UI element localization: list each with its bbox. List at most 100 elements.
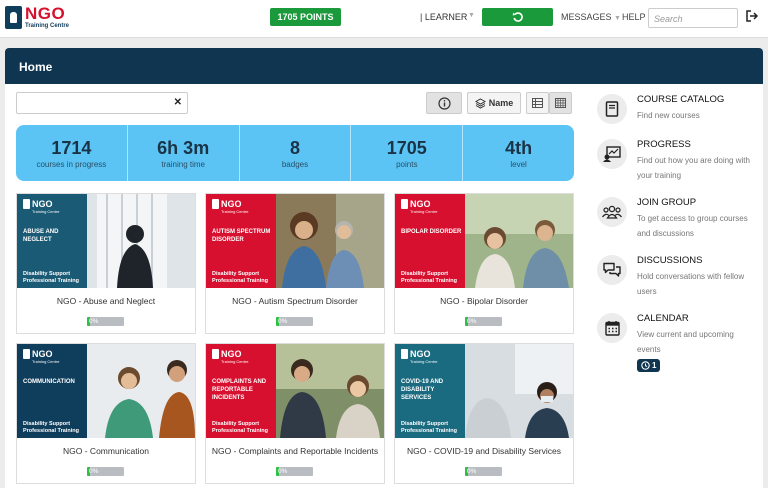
course-thumbnail[interactable]: NGO Training Centre COMPLAINTS AND REPOR… <box>206 344 384 438</box>
banner-logo-subtitle: Training Centre <box>221 359 249 364</box>
course-photo <box>276 194 384 288</box>
stat-badges: 8 badges <box>240 125 352 181</box>
points-button[interactable]: 1705 POINTS <box>270 8 341 26</box>
course-banner: NGO Training Centre AUTISM SPECTRUM DISO… <box>206 194 276 288</box>
course-card[interactable]: NGO Training Centre AUTISM SPECTRUM DISO… <box>205 193 385 334</box>
banner-logo-subtitle: Training Centre <box>32 359 60 364</box>
sort-by-name-button[interactable]: Name <box>467 92 521 114</box>
course-category: BIPOLAR DISORDER <box>401 229 462 235</box>
course-photo <box>276 344 384 438</box>
sidebar-item-title: PROGRESS <box>637 139 691 150</box>
course-footer: Disability Support Professional Training <box>23 271 79 284</box>
course-thumbnail[interactable]: NGO Training Centre COVID-19 AND DISABIL… <box>395 344 573 438</box>
banner-logo-name: NGO <box>32 198 53 209</box>
sidebar-item-course-catalog[interactable]: COURSE CATALOG Find new courses <box>597 94 757 134</box>
progress-text: 0% <box>467 318 477 325</box>
banner-logo-subtitle: Training Centre <box>32 209 60 214</box>
clock-icon <box>641 361 650 370</box>
book-icon <box>597 94 627 124</box>
grid-view-button[interactable] <box>549 92 572 114</box>
sidebar-item-desc: Hold conversations with fellow users <box>637 272 745 296</box>
logo-badge-icon <box>401 349 408 359</box>
stat-label: badges <box>281 159 309 169</box>
course-card[interactable]: NGO Training Centre COVID-19 AND DISABIL… <box>394 343 574 484</box>
info-icon <box>437 96 451 110</box>
course-footer: Disability Support Professional Training <box>401 421 457 434</box>
info-button[interactable] <box>426 92 462 114</box>
logo-badge-icon <box>5 6 22 29</box>
stat-value: 4th <box>505 137 533 158</box>
stat-value: 1714 <box>51 137 92 158</box>
brand-logo[interactable]: NGO Training Centre <box>5 5 70 32</box>
logo-badge-icon <box>23 199 30 209</box>
course-banner: NGO Training Centre COVID-19 AND DISABIL… <box>395 344 465 438</box>
messages-menu[interactable]: MESSAGES ▼ <box>561 12 621 22</box>
sidebar-item-title: DISCUSSIONS <box>637 255 703 266</box>
course-progress: 0% <box>276 467 313 476</box>
logout-icon[interactable] <box>745 9 759 26</box>
logo-badge-icon <box>23 349 30 359</box>
course-title[interactable]: NGO - Abuse and Neglect <box>21 296 191 306</box>
course-category: AUTISM SPECTRUM DISORDER <box>212 229 271 243</box>
logo-badge-icon <box>401 199 408 209</box>
refresh-button[interactable] <box>482 8 553 26</box>
stat-value: 6h 3m <box>157 137 210 158</box>
calendar-icon <box>597 313 627 343</box>
course-banner: NGO Training Centre ABUSE AND NEGLECT Di… <box>17 194 87 288</box>
course-card[interactable]: NGO Training Centre BIPOLAR DISORDER Dis… <box>394 193 574 334</box>
search-input[interactable]: Search <box>648 8 738 28</box>
chevron-down-icon[interactable]: ▼ <box>468 12 475 19</box>
course-title[interactable]: NGO - Bipolar Disorder <box>399 296 569 306</box>
sidebar-item-discussions[interactable]: DISCUSSIONS Hold conversations with fell… <box>597 255 757 305</box>
sort-label: Name <box>488 98 514 108</box>
course-progress: 0% <box>465 317 502 326</box>
course-banner: NGO Training Centre BIPOLAR DISORDER Dis… <box>395 194 465 288</box>
course-title[interactable]: NGO - COVID-19 and Disability Services <box>399 446 569 456</box>
progress-text: 0% <box>278 318 288 325</box>
help-link[interactable]: HELP <box>622 12 646 22</box>
top-bar: NGO Training Centre 1705 POINTS | LEARNE… <box>0 0 768 38</box>
course-card[interactable]: NGO Training Centre ABUSE AND NEGLECT Di… <box>16 193 196 334</box>
course-progress: 0% <box>465 467 502 476</box>
course-title[interactable]: NGO - Communication <box>21 446 191 456</box>
sidebar-item-desc: To get access to group courses and discu… <box>637 214 748 238</box>
stat-courses: 1714 courses in progress <box>16 125 128 181</box>
course-filter-input[interactable]: ✕ <box>16 92 188 114</box>
sidebar-item-desc: View current and upcoming events <box>637 330 734 354</box>
stat-label: training time <box>161 159 205 169</box>
course-thumbnail[interactable]: NGO Training Centre BIPOLAR DISORDER Dis… <box>395 194 573 288</box>
chevron-down-icon: ▼ <box>614 15 621 22</box>
course-title[interactable]: NGO - Complaints and Reportable Incident… <box>210 446 380 456</box>
course-thumbnail[interactable]: NGO Training Centre AUTISM SPECTRUM DISO… <box>206 194 384 288</box>
banner-logo-name: NGO <box>221 348 242 359</box>
course-card[interactable]: NGO Training Centre COMPLAINTS AND REPOR… <box>205 343 385 484</box>
clear-icon[interactable]: ✕ <box>174 97 182 108</box>
course-thumbnail[interactable]: NGO Training Centre ABUSE AND NEGLECT Di… <box>17 194 195 288</box>
course-photo <box>87 194 195 288</box>
sidebar-item-calendar[interactable]: CALENDAR View current and upcoming event… <box>597 313 757 375</box>
progress-text: 0% <box>89 318 99 325</box>
banner-logo-subtitle: Training Centre <box>410 209 438 214</box>
course-thumbnail[interactable]: NGO Training Centre COMMUNICATION Disabi… <box>17 344 195 438</box>
course-title[interactable]: NGO - Autism Spectrum Disorder <box>210 296 380 306</box>
sidebar-item-desc: Find new courses <box>637 111 700 120</box>
progress-text: 0% <box>467 468 477 475</box>
course-category: COVID-19 AND DISABILITY SERVICES <box>401 379 444 401</box>
events-badge[interactable]: 1 <box>637 359 661 372</box>
stat-value: 1705 <box>386 137 427 158</box>
stat-training-time: 6h 3m training time <box>128 125 240 181</box>
role-selector[interactable]: | LEARNER <box>420 12 467 22</box>
course-card[interactable]: NGO Training Centre COMMUNICATION Disabi… <box>16 343 196 484</box>
group-icon <box>597 197 627 227</box>
stat-points: 1705 points <box>351 125 464 181</box>
list-view-button[interactable] <box>526 92 549 114</box>
progress-text: 0% <box>89 468 99 475</box>
sidebar-item-progress[interactable]: PROGRESS Find out how you are doing with… <box>597 139 757 189</box>
course-footer: Disability Support Professional Training <box>212 271 268 284</box>
progress-text: 0% <box>278 468 288 475</box>
list-icon <box>532 98 543 108</box>
sidebar-item-join-group[interactable]: JOIN GROUP To get access to group course… <box>597 197 757 247</box>
main-panel: Home ✕ Name 1714 courses in progress 6h 3… <box>5 48 763 488</box>
course-category: COMMUNICATION <box>23 379 75 385</box>
logo-subtitle: Training Centre <box>25 23 70 29</box>
